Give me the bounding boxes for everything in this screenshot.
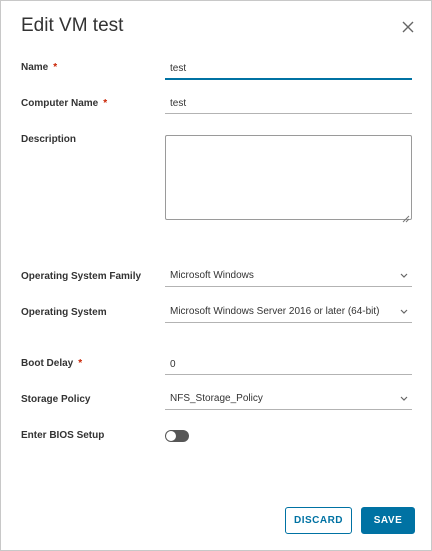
description-textarea[interactable] — [165, 135, 412, 220]
os-family-select[interactable]: Microsoft Windows — [165, 267, 412, 287]
description-label: Description — [21, 134, 77, 145]
bios-setup-toggle[interactable] — [165, 430, 189, 442]
boot-delay-input[interactable] — [165, 355, 412, 375]
storage-policy-select[interactable]: NFS_Storage_Policy — [165, 390, 412, 410]
name-label: Name * — [21, 62, 58, 73]
os-family-value: Microsoft Windows — [170, 270, 254, 281]
discard-button[interactable]: DISCARD — [285, 507, 352, 534]
save-button[interactable]: SAVE — [361, 507, 415, 534]
edit-vm-dialog: Edit VM test Name* Computer Name* Descri… — [0, 0, 432, 551]
boot-delay-label: Boot Delay * — [21, 358, 83, 369]
chevron-down-icon — [400, 309, 408, 314]
computer-name-label: Computer Name * — [21, 98, 108, 109]
close-icon[interactable] — [401, 20, 415, 34]
chevron-down-icon — [400, 396, 408, 401]
os-value: Microsoft Windows Server 2016 or later (… — [170, 306, 380, 317]
bios-setup-label: Enter BIOS Setup — [21, 430, 105, 441]
chevron-down-icon — [400, 273, 408, 278]
toggle-knob — [166, 431, 176, 441]
os-family-label: Operating System Family — [21, 271, 142, 282]
name-input[interactable] — [165, 59, 412, 80]
storage-policy-label: Storage Policy — [21, 394, 91, 405]
storage-policy-value: NFS_Storage_Policy — [170, 393, 263, 404]
dialog-title: Edit VM test — [21, 15, 124, 36]
computer-name-input[interactable] — [165, 94, 412, 114]
resize-grip-icon[interactable] — [402, 215, 410, 223]
os-select[interactable]: Microsoft Windows Server 2016 or later (… — [165, 303, 412, 323]
os-label: Operating System — [21, 307, 107, 318]
